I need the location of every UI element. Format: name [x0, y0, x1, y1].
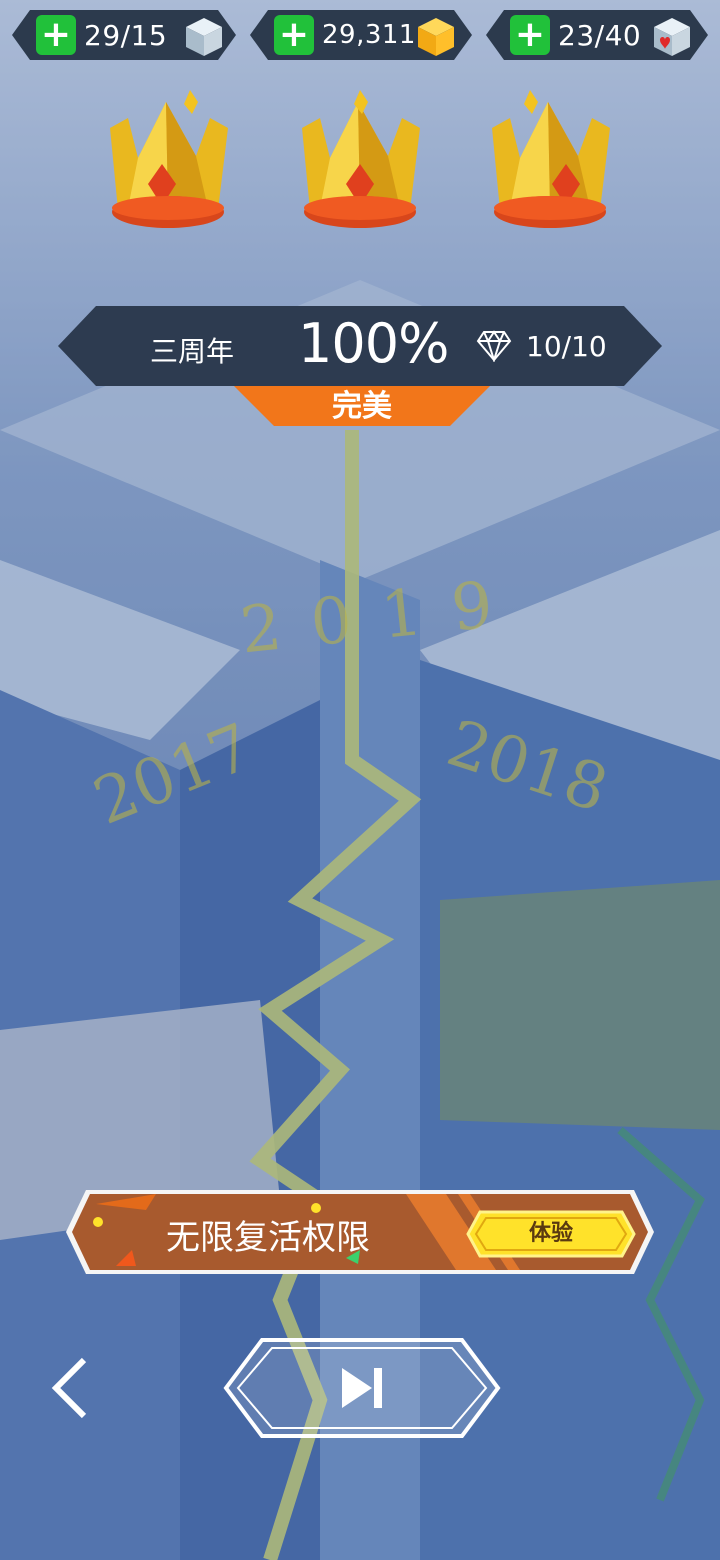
diamond-icon — [476, 330, 512, 362]
skip-next-button[interactable] — [222, 1336, 502, 1440]
silver-cube-icon — [182, 14, 226, 58]
heart-cube-icon — [650, 14, 694, 58]
crown-icon — [110, 90, 228, 228]
gem-count: 10/10 — [526, 330, 607, 363]
crown-icon — [492, 90, 610, 228]
heart-value: 23/40 — [558, 18, 642, 52]
add-hearts-button[interactable]: + — [510, 15, 550, 55]
level-name: 三周年 — [150, 335, 235, 368]
try-button-label: 体验 — [528, 1221, 573, 1246]
promo-title: 无限复活权限 — [166, 1218, 370, 1258]
rating-badge: 完美 — [234, 386, 490, 426]
coin-value: 29,311 — [322, 20, 416, 50]
back-arrow-icon[interactable] — [40, 1356, 96, 1420]
coin-counter[interactable]: + 29,311 — [250, 10, 472, 60]
heart-counter[interactable]: + 23/40 — [486, 10, 708, 60]
add-stamina-button[interactable]: + — [36, 15, 76, 55]
stamina-value: 29/15 — [84, 18, 168, 52]
add-coins-button[interactable]: + — [274, 15, 314, 55]
crown-icon — [302, 90, 420, 228]
gold-cube-icon — [414, 14, 458, 58]
completion-percent: 100% — [298, 312, 449, 375]
stamina-counter[interactable]: + 29/15 — [12, 10, 236, 60]
